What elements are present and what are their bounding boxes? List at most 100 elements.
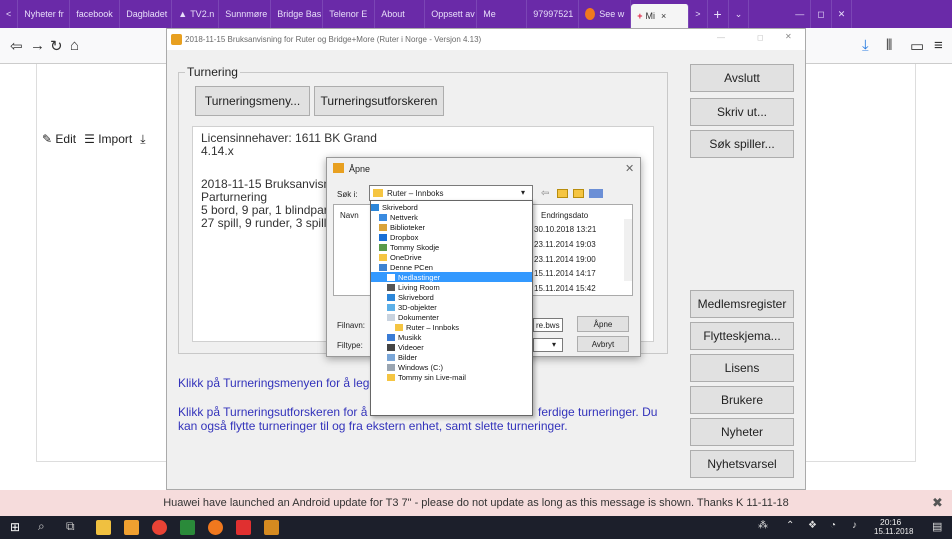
ruter-taskbar-icon[interactable] [264,520,279,535]
browser-tab[interactable]: Oppsett av [425,0,478,28]
taskbar-app-icon[interactable] [124,520,139,535]
dropdown-item[interactable]: Denne PCen [371,262,532,272]
browser-tab[interactable]: Sunnmøre [219,0,272,28]
dropdown-item[interactable]: Dokumenter [371,312,532,322]
medlemsregister-button[interactable]: Medlemsregister [690,290,794,318]
dropdown-item[interactable]: Skrivebord [371,202,532,212]
file-explorer-icon[interactable] [96,520,111,535]
chevron-down-icon[interactable]: ▾ [521,188,525,197]
close-window-icon[interactable]: ✕ [832,0,853,28]
filetype-select[interactable]: ▾ [533,338,563,352]
wifi-icon[interactable]: ◔ [830,520,836,531]
browser-tab[interactable]: Dagbladet [120,0,173,28]
dropdown-item[interactable]: Bilder [371,352,532,362]
sidebar-icon[interactable]: ▭ [910,37,924,55]
dropdown-item[interactable]: Videoer [371,342,532,352]
download-page-icon[interactable]: ⤓ [140,132,145,147]
open-button[interactable]: Åpne [577,316,629,332]
close-tab-icon[interactable]: × [661,11,666,21]
clock-time[interactable]: 20:16 [880,517,901,527]
lisens-button[interactable]: Lisens [690,354,794,382]
chrome-icon[interactable] [152,520,167,535]
task-view-icon[interactable]: ⧉ [66,519,75,534]
dropdown-item[interactable]: Dropbox [371,232,532,242]
browser-tab[interactable]: Bridge Bas [271,0,324,28]
dropdown-item[interactable]: Windows (C:) [371,362,532,372]
import-button[interactable]: ☰ Import [84,132,132,147]
dialog-close-icon[interactable]: ✕ [625,162,634,175]
forward-icon[interactable]: → [30,37,45,54]
dropdown-item[interactable]: Nettverk [371,212,532,222]
library-icon[interactable]: ⫴ [886,37,892,54]
dropdown-item[interactable]: Tommy Skodje [371,242,532,252]
filename-input[interactable]: re.bws [533,318,563,332]
notifications-icon[interactable]: ▤ [932,520,942,533]
app-maximize-icon[interactable]: ◻ [757,33,764,42]
home-icon[interactable]: ⌂ [70,37,79,54]
tab-list-icon[interactable]: ⌄ [729,0,750,28]
brukere-button[interactable]: Brukere [690,386,794,414]
file-list-scrollbar[interactable] [624,219,632,281]
back-icon[interactable]: ⇦ [10,37,23,55]
clock-date[interactable]: 15.11.2018 [874,527,913,536]
minimize-icon[interactable]: — [789,0,812,28]
browser-tab[interactable]: Telenor E [323,0,376,28]
dropdown-item[interactable]: OneDrive [371,252,532,262]
nyheter-button[interactable]: Nyheter [690,418,794,446]
browser-tab[interactable]: facebook [70,0,121,28]
menu-icon[interactable]: ≡ [934,37,943,54]
tab-scroll-icon[interactable]: > [689,0,708,28]
dropdown-item[interactable]: Living Room [371,282,532,292]
dropdown-item[interactable]: Tommy sin Live-mail [371,372,532,382]
sok-spiller-button[interactable]: Søk spiller... [690,130,794,158]
windows-start-icon[interactable]: ⊞ [10,520,20,534]
browser-tab[interactable]: About [375,0,426,28]
skriv-ut-button[interactable]: Skriv ut... [690,98,794,126]
dropdown-item[interactable]: Skrivebord [371,292,532,302]
dropdown-item[interactable]: 3D-objekter [371,302,532,312]
back-arrow-icon[interactable]: ⇦ [541,188,549,199]
reload-icon[interactable]: ↻ [50,37,63,55]
firefox-taskbar-icon[interactable] [208,520,223,535]
turneringsutforsker-button[interactable]: Turneringsutforskeren [314,86,444,116]
browser-tab[interactable]: 97997521 [527,0,580,28]
nyhetsvarsel-button[interactable]: Nyhetsvarsel [690,450,794,478]
flytteskjema-button[interactable]: Flytteskjema... [690,322,794,350]
taskbar-app-icon[interactable] [180,520,195,535]
download-icon[interactable]: ⤓ [862,37,869,54]
browser-tab[interactable]: See w [579,0,632,28]
new-folder-icon[interactable] [573,189,584,198]
file-date: 15.11.2014 15:42 [534,284,596,293]
folder-icon [373,189,383,197]
people-icon[interactable]: ⁂ [758,520,768,531]
app-close-icon[interactable]: ✕ [785,32,792,41]
turneringsmeny-button[interactable]: Turneringsmeny... [195,86,310,116]
app-minimize-icon[interactable]: — [717,33,725,42]
avslutt-button[interactable]: Avslutt [690,64,794,92]
dropbox-tray-icon[interactable]: ❖ [808,520,817,531]
3d-objects-icon [387,303,395,311]
browser-tab[interactable]: Me [477,0,528,28]
tab-back-arrow[interactable]: < [0,0,19,28]
browser-tab-active[interactable]: + Mi × [631,4,690,28]
sigma-app-icon[interactable] [236,520,251,535]
browser-tab[interactable]: ▲ TV2.n [172,0,220,28]
tray-up-icon[interactable]: ⌃ [786,520,794,531]
notification-close-icon[interactable]: ✖ [932,495,943,511]
dropdown-item-selected[interactable]: Nedlastinger [371,272,532,282]
maximize-icon[interactable]: ◻ [811,0,832,28]
up-folder-icon[interactable] [557,189,568,198]
dropdown-item[interactable]: Musikk [371,332,532,342]
new-tab-icon[interactable]: + [708,0,729,28]
media-device-icon [387,283,395,291]
view-menu-icon[interactable] [589,189,603,198]
dropdown-item[interactable]: Biblioteker [371,222,532,232]
search-icon[interactable]: ⌕ [38,519,45,534]
cancel-button[interactable]: Avbryt [577,336,629,352]
search-in-select[interactable]: Ruter – Innboks ▾ [369,185,533,201]
boards-text: 27 spill, 9 runder, 3 spill p [201,216,337,230]
browser-tab[interactable]: Nyheter fr [18,0,71,28]
edit-button[interactable]: ✎ Edit [42,132,76,147]
dropdown-item[interactable]: Ruter – Innboks [371,322,532,332]
volume-icon[interactable]: ♪ [852,520,857,531]
